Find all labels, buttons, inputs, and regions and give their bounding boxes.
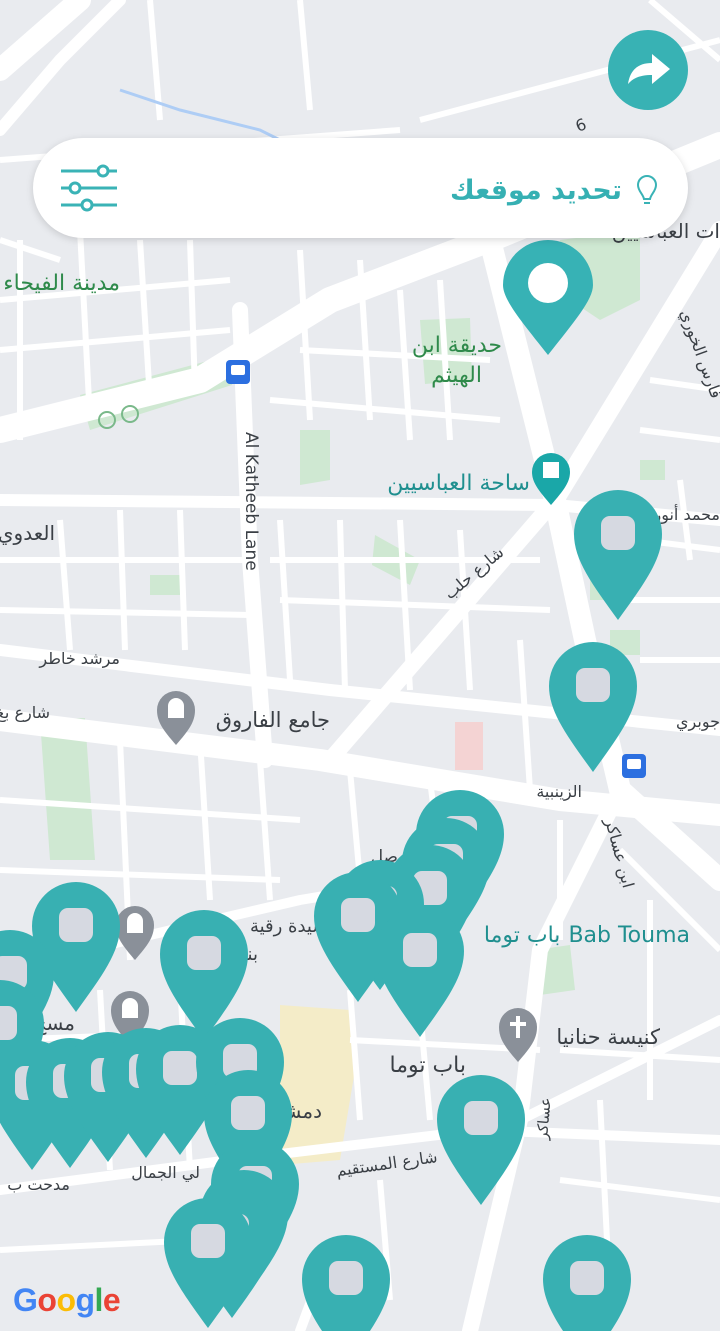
sliders-icon	[61, 164, 117, 212]
label-murshed: مرشد خاطر	[38, 649, 120, 669]
turn-arrow-icon	[628, 54, 670, 84]
label-katheeb: Al Katheeb Lane	[241, 432, 261, 571]
place-marker[interactable]	[302, 1235, 390, 1331]
label-farouq: جامع الفاروق	[216, 708, 330, 732]
locate-me-button[interactable]: تحديد موقعك	[450, 170, 658, 210]
label-fayhaa: مدينة الفيحاء	[3, 271, 120, 296]
label-abbasiyeen: ساحة العباسيين	[387, 471, 530, 496]
lightbulb-pin-icon	[636, 174, 658, 204]
label-jamal: لي الجمال	[131, 1163, 200, 1183]
label-asaker2: عساكر	[533, 1097, 555, 1142]
location-bar: تحديد موقعك	[33, 138, 688, 238]
label-zaynabiya: الزينبية	[536, 782, 582, 802]
label-bab-touma-2: باب توما	[389, 1053, 466, 1078]
navigate-button[interactable]	[608, 30, 688, 110]
label-mohammad-anwar: محمد أنور	[652, 504, 720, 525]
label-madhat: مدحت ب	[7, 1175, 70, 1194]
label-adawi: العدوي	[0, 521, 55, 546]
label-ibn-haytham-2: الهيثم	[431, 363, 482, 388]
filter-button[interactable]	[59, 164, 119, 212]
label-jawbari: جوبري	[676, 712, 720, 732]
bus-stop-icon	[226, 360, 250, 384]
label-baghdad: شارع بغ	[0, 703, 50, 723]
place-marker[interactable]	[543, 1235, 631, 1331]
label-ibn-haytham-1: حديقة ابن	[412, 333, 502, 358]
label-hananiya: كنيسة حنانيا	[556, 1025, 660, 1049]
locate-label: تحديد موقعك	[449, 174, 622, 206]
bus-stop-icon	[622, 754, 646, 778]
google-logo: Google	[13, 1282, 121, 1318]
label-bab-touma: باب توما Bab Touma	[484, 923, 690, 948]
